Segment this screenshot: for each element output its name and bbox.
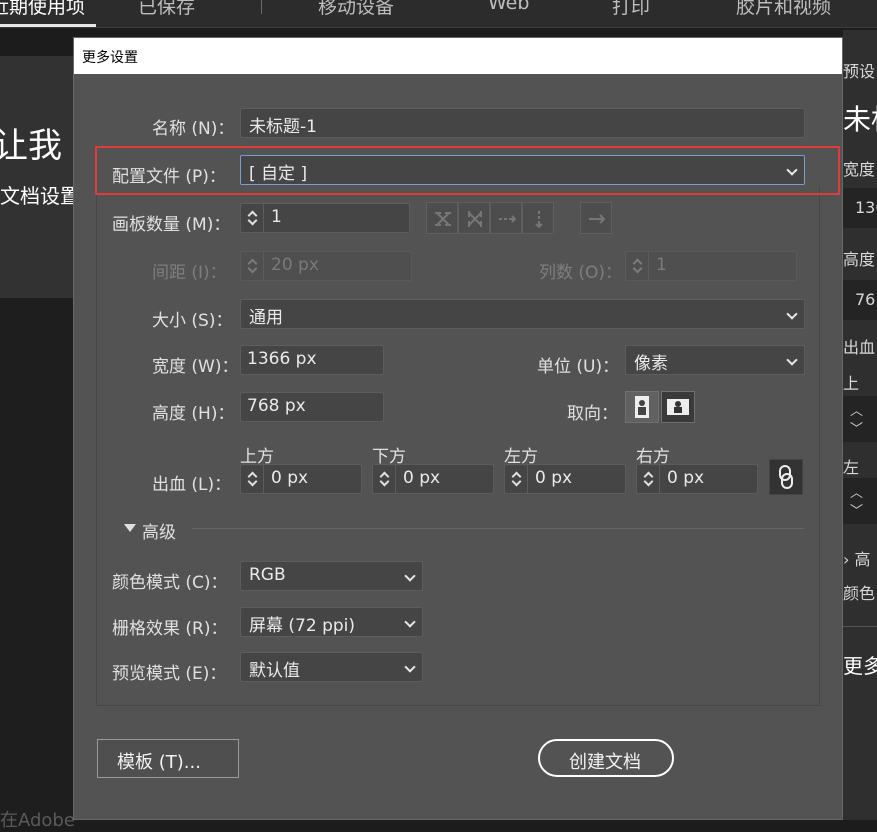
bleed-left-stepper[interactable]: 0 px (504, 464, 626, 494)
spacing-label: 间距 (I)： (152, 263, 227, 283)
units-select[interactable]: 像素 (625, 345, 805, 375)
raster-effects-label: 栅格效果 (R)： (112, 619, 228, 639)
right-to-left-layout-icon[interactable] (580, 202, 612, 234)
width-label: 宽度 (W)： (152, 357, 239, 377)
preset-advanced-toggle[interactable]: › 高 (843, 546, 871, 570)
stepper-arrows-icon[interactable] (509, 467, 525, 491)
columns-stepper[interactable]: 1 (625, 251, 797, 281)
arrange-by-row-icon[interactable] (490, 202, 522, 234)
height-label: 高度 (H)： (152, 404, 235, 424)
profile-highlight-box (95, 146, 840, 195)
chevron-down-icon (786, 354, 798, 366)
tab-saved[interactable]: 已保存 (138, 0, 195, 19)
advanced-divider (192, 528, 804, 529)
spacing-stepper[interactable]: 20 px (240, 251, 412, 281)
chevron-down-icon (404, 616, 416, 628)
hero-heading: 让我 (0, 126, 62, 166)
grid-by-column-icon[interactable] (458, 202, 490, 234)
template-button[interactable]: 模板 (T)... (97, 739, 239, 778)
preset-more-settings[interactable]: 更多 (843, 650, 877, 679)
background-hero: 让我 文档设置 (0, 56, 73, 298)
tab-print[interactable]: 打印 (612, 0, 650, 19)
preset-height-label: 高度 (843, 250, 876, 269)
artboards-stepper[interactable]: 1 (240, 203, 410, 233)
portrait-icon (635, 396, 649, 418)
chevron-down-icon: ﹀ (850, 504, 864, 519)
raster-effects-select[interactable]: 屏幕 (72 ppi) (240, 607, 423, 637)
bleed-bottom-stepper[interactable]: 0 px (372, 464, 494, 494)
width-input[interactable]: 1366 px (240, 345, 384, 375)
orientation-label: 取向： (567, 404, 618, 424)
stepper-arrows-icon[interactable] (377, 467, 393, 491)
tab-film-video[interactable]: 胶片和视频 (736, 0, 831, 19)
units-label: 单位 (U)： (537, 357, 620, 377)
preset-divider (843, 626, 877, 627)
chain-link-icon (779, 465, 793, 489)
portrait-orientation-button[interactable] (625, 391, 659, 423)
color-mode-label: 颜色模式 (C)： (112, 573, 228, 593)
preset-bleed-top-label: 上 (843, 374, 860, 393)
bleed-top-stepper[interactable]: 0 px (240, 464, 362, 494)
size-select[interactable]: 通用 (240, 299, 805, 329)
create-document-button[interactable]: 创建文档 (538, 739, 674, 777)
stepper-arrows-icon[interactable] (245, 206, 261, 230)
preset-label: 预设 (843, 62, 876, 81)
height-input[interactable]: 768 px (240, 392, 384, 422)
background-tab-bar: 近期使用项 已保存 移动设备 Web 打印 胶片和视频 (0, 0, 877, 28)
columns-label: 列数 (O)： (539, 263, 623, 283)
background-recent-area (0, 298, 73, 820)
landscape-orientation-button[interactable] (661, 391, 695, 423)
arrange-by-column-icon[interactable] (522, 202, 554, 234)
stepper-arrows-icon (245, 254, 261, 278)
chevron-down-icon: ﹀ (850, 422, 864, 437)
hero-subtext: 文档设置 (0, 184, 73, 208)
preset-width-field[interactable]: 136 (843, 188, 877, 228)
grid-by-row-icon[interactable] (426, 202, 458, 234)
active-tab-indicator (0, 24, 96, 27)
color-mode-select[interactable]: RGB (240, 561, 423, 591)
preset-width-label: 宽度 (843, 160, 876, 179)
chevron-down-icon (404, 570, 416, 582)
advanced-section-label[interactable]: 高级 (142, 518, 176, 543)
preset-bleed-top-stepper[interactable]: ︿ ﹀ (843, 396, 877, 442)
stepper-arrows-icon[interactable] (641, 467, 657, 491)
tab-separator (261, 0, 262, 14)
background-footer-text: 在Adobe (0, 810, 75, 831)
chevron-up-icon: ︿ (850, 486, 864, 501)
tab-recent[interactable]: 近期使用项 (0, 0, 85, 19)
chevron-down-icon (404, 661, 416, 673)
more-settings-dialog: 更多设置 名称 (N)： 未标题-1 配置文件 (P)： [ 自定 ] 画板数量… (73, 37, 843, 820)
preset-height-field[interactable]: 76 (843, 280, 877, 320)
tab-mobile[interactable]: 移动设备 (318, 0, 394, 19)
preset-bleed-left-stepper[interactable]: ︿ ﹀ (843, 478, 877, 524)
collapse-triangle-icon[interactable] (124, 524, 136, 532)
bleed-label: 出血 (L)： (152, 475, 232, 495)
preset-color-label: 颜色 (843, 584, 876, 603)
chevron-down-icon (786, 308, 798, 320)
name-label: 名称 (N)： (152, 119, 235, 139)
background-preset-panel: 预设 未标 宽度 136 高度 76 出血 上 ︿ ﹀ 左 ︿ ﹀ › 高 颜色… (843, 30, 877, 820)
bleed-right-stepper[interactable]: 0 px (636, 464, 758, 494)
preset-bleed-label: 出血 (843, 338, 876, 357)
artboards-label: 画板数量 (M)： (112, 215, 231, 235)
stepper-arrows-icon (630, 254, 646, 278)
name-input[interactable]: 未标题-1 (240, 108, 805, 138)
size-label: 大小 (S)： (152, 311, 233, 331)
stepper-arrows-icon[interactable] (245, 467, 261, 491)
tab-web[interactable]: Web (488, 0, 529, 14)
dialog-title: 更多设置 (82, 50, 138, 66)
preset-bleed-left-label: 左 (843, 458, 860, 477)
landscape-icon (667, 399, 689, 415)
preset-name[interactable]: 未标 (843, 98, 877, 138)
dialog-titlebar[interactable]: 更多设置 (74, 38, 842, 74)
preview-mode-select[interactable]: 默认值 (240, 652, 423, 682)
preview-mode-label: 预览模式 (E)： (112, 664, 227, 684)
chevron-up-icon: ︿ (850, 404, 864, 419)
link-bleed-button[interactable] (769, 459, 803, 495)
